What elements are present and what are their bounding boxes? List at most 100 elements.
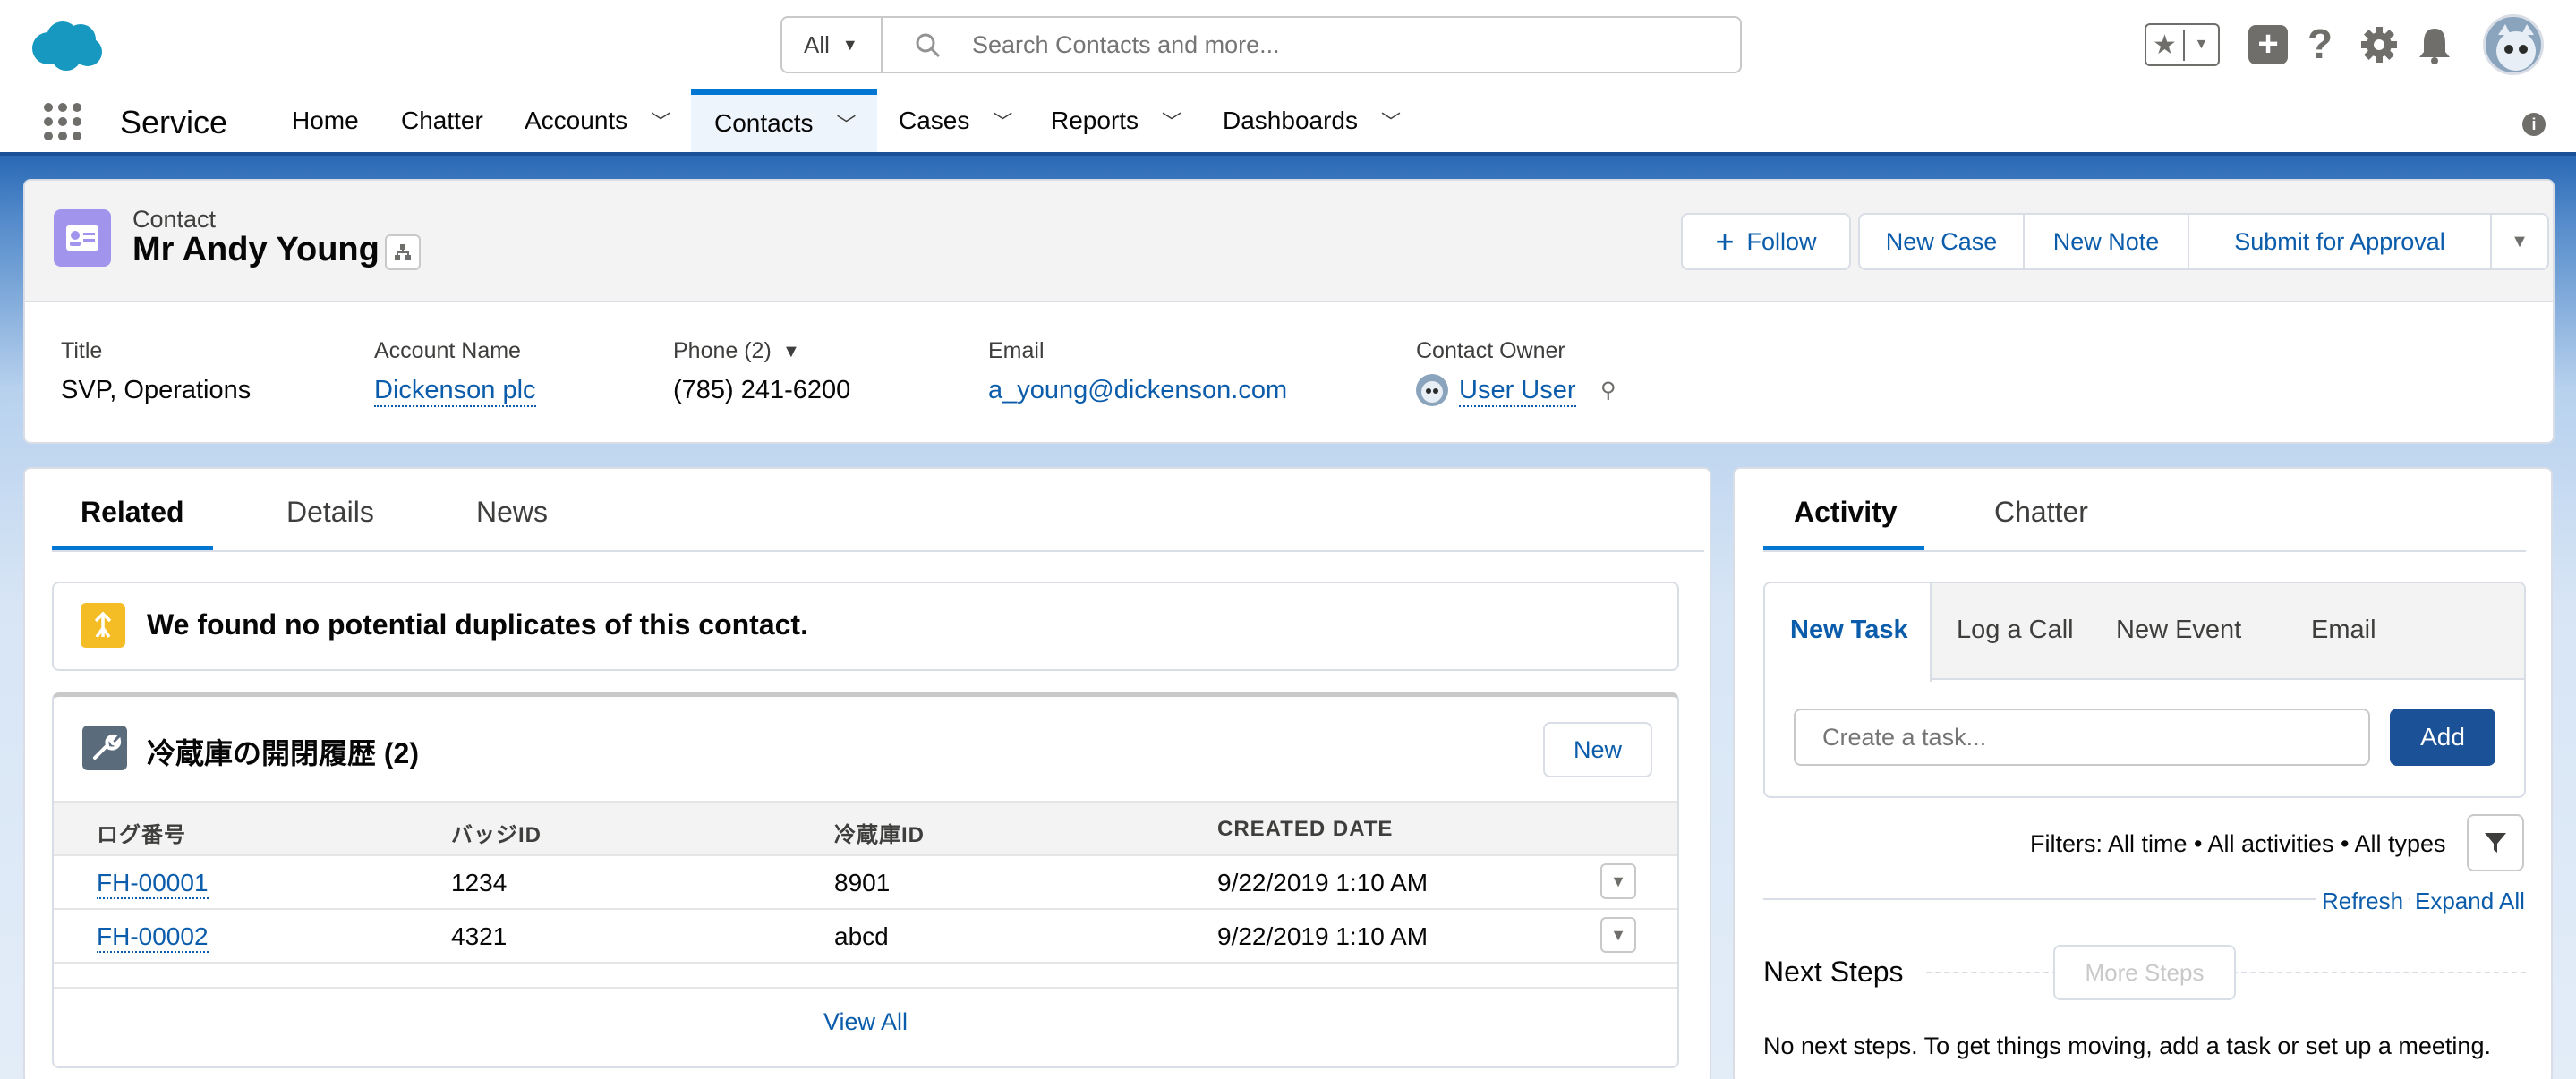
view-all-link[interactable]: View All (823, 1008, 908, 1036)
record-highlights-panel: Contact Mr Andy Young + Follow New Case … (23, 179, 2555, 444)
column-header[interactable]: ログ番号 (97, 817, 186, 848)
next-steps-empty-message: No next steps. To get things moving, add… (1763, 1032, 2491, 1059)
chevron-down-icon[interactable]: ﹀ (651, 106, 670, 135)
log-number-link[interactable]: FH-00002 (97, 922, 209, 953)
tabs-divider (1763, 550, 2526, 552)
salesforce-cloud-logo[interactable] (29, 20, 104, 72)
table-header: ログ番号 バッジID 冷蔵庫ID CREATED DATE (54, 801, 1677, 856)
new-case-button[interactable]: New Case (1858, 213, 2025, 270)
app-nav-bar: Service Home Chatter Accounts ﹀ Contacts… (0, 89, 2576, 156)
expand-all-link[interactable]: Expand All (2410, 888, 2530, 915)
add-task-button[interactable]: Add (2390, 709, 2495, 766)
more-actions-button[interactable]: ▼ (2490, 213, 2549, 270)
email-label: Email (988, 338, 1045, 363)
global-actions-icon[interactable]: + (2248, 25, 2288, 64)
merge-icon (81, 603, 125, 648)
activity-card: Activity Chatter New Task Log a Call New… (1733, 467, 2553, 1079)
column-header[interactable]: バッジID (451, 817, 542, 848)
contact-owner-label: Contact Owner (1416, 338, 1565, 363)
nav-item-label: Cases (899, 106, 970, 134)
created-date-cell: 9/22/2019 1:10 AM (1217, 922, 1429, 950)
column-header[interactable]: 冷蔵庫ID (834, 817, 925, 848)
fridge-id-cell: 8901 (834, 869, 891, 896)
search-scope-label: All (804, 30, 830, 58)
user-avatar[interactable] (2483, 14, 2544, 75)
contact-icon (54, 209, 111, 267)
tab-new-task[interactable]: New Task (1765, 583, 1932, 682)
filters-summary: Filters: All time • All activities • All… (2030, 830, 2446, 857)
row-actions-button[interactable]: ▼ (1600, 917, 1636, 953)
global-search-box[interactable] (881, 16, 1742, 73)
nav-item-cases[interactable]: Cases ﹀ (899, 89, 1012, 152)
row-actions-button[interactable]: ▼ (1600, 863, 1636, 899)
column-header[interactable]: CREATED DATE (1217, 817, 1393, 842)
add-label: Add (2420, 723, 2465, 751)
create-task-input[interactable] (1794, 709, 2370, 766)
follow-label: Follow (1746, 227, 1817, 255)
plus-icon: + (1715, 223, 1735, 259)
new-note-button[interactable]: New Note (2023, 213, 2189, 270)
refresh-link[interactable]: Refresh (2316, 888, 2410, 915)
change-owner-icon[interactable]: ⚲ (1600, 378, 1616, 404)
duplicates-message: We found no potential duplicates of this… (147, 608, 808, 641)
title-label: Title (61, 338, 103, 363)
new-task-label: New Task (1790, 616, 1908, 644)
hierarchy-button[interactable] (385, 234, 421, 270)
info-icon[interactable]: i (2522, 113, 2546, 136)
chevron-down-icon[interactable]: ﹀ (1381, 106, 1401, 135)
tab-details[interactable]: Details (286, 496, 374, 529)
nav-item-dashboards[interactable]: Dashboards ﹀ (1223, 89, 1401, 152)
filter-button[interactable] (2467, 814, 2524, 871)
nav-item-accounts[interactable]: Accounts ﹀ (525, 89, 670, 152)
related-list-new-button[interactable]: New (1543, 722, 1652, 777)
phone-dropdown-icon[interactable]: ▼ (782, 342, 800, 362)
follow-button[interactable]: + Follow (1681, 213, 1851, 270)
account-name-link[interactable]: Dickenson plc (374, 376, 536, 407)
related-list-title[interactable]: 冷蔵庫の開閉履歴 (2) (147, 731, 419, 772)
tab-chatter[interactable]: Chatter (1994, 496, 2088, 529)
more-steps-button[interactable]: More Steps (2053, 945, 2236, 1000)
next-steps-title: Next Steps (1763, 956, 1904, 988)
contact-owner-link[interactable]: User User (1459, 376, 1576, 407)
app-name: Service (120, 104, 228, 140)
owner-avatar (1416, 374, 1448, 406)
search-icon (915, 32, 942, 65)
app-launcher-icon[interactable] (43, 102, 82, 148)
favorites-button[interactable]: ★ ▼ (2145, 23, 2220, 66)
table-row: FH-00001 1234 8901 9/22/2019 1:10 AM ▼ (54, 856, 1677, 910)
chevron-down-icon[interactable]: ﹀ (1162, 106, 1181, 135)
chevron-down-icon[interactable]: ﹀ (837, 109, 857, 138)
chevron-down-icon: ▼ (2511, 231, 2529, 251)
tab-new-event[interactable]: New Event (2116, 616, 2241, 645)
nav-item-label: Accounts (525, 106, 628, 134)
submit-label: Submit for Approval (2234, 227, 2445, 255)
notifications-bell-icon[interactable] (2417, 25, 2452, 71)
nav-item-home[interactable]: Home (292, 89, 359, 152)
star-icon: ★ (2146, 29, 2185, 61)
search-scope-dropdown[interactable]: All ▼ (780, 16, 883, 73)
chevron-down-icon: ▼ (2194, 37, 2209, 52)
nav-item-chatter[interactable]: Chatter (401, 89, 483, 152)
nav-item-reports[interactable]: Reports ﹀ (1051, 89, 1181, 152)
global-search-input[interactable] (972, 27, 1706, 63)
nav-item-label: Chatter (401, 106, 483, 134)
footer-divider (54, 987, 1677, 989)
created-date-cell: 9/22/2019 1:10 AM (1217, 869, 1429, 896)
tab-email[interactable]: Email (2311, 616, 2376, 645)
phone-value[interactable]: (785) 241-6200 (673, 376, 850, 405)
wrench-icon (82, 726, 127, 770)
tab-news[interactable]: News (476, 496, 548, 529)
fridge-id-cell: abcd (834, 922, 889, 950)
tab-related[interactable]: Related (81, 496, 184, 529)
log-number-link[interactable]: FH-00001 (97, 869, 209, 899)
tab-activity[interactable]: Activity (1794, 496, 1898, 529)
duplicates-box: We found no potential duplicates of this… (52, 582, 1679, 671)
new-note-label: New Note (2052, 227, 2160, 255)
chevron-down-icon[interactable]: ﹀ (993, 106, 1012, 135)
email-link[interactable]: a_young@dickenson.com (988, 376, 1287, 405)
submit-for-approval-button[interactable]: Submit for Approval (2188, 213, 2492, 270)
tab-log-a-call[interactable]: Log a Call (1957, 616, 2074, 645)
help-icon[interactable]: ? (2302, 20, 2338, 68)
setup-gear-icon[interactable] (2359, 25, 2399, 71)
nav-item-contacts[interactable]: Contacts ﹀ (691, 89, 877, 152)
